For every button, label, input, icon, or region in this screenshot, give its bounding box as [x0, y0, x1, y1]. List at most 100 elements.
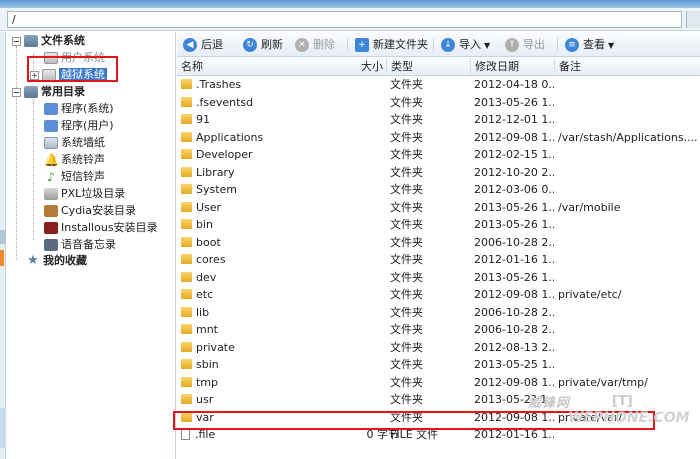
file-name-cell: dev [181, 269, 357, 287]
path-go-button[interactable] [686, 11, 700, 28]
table-row[interactable]: .Trashes 文件夹 2012-04-18 0... [177, 76, 700, 94]
file-type: 文件夹 [390, 270, 423, 284]
table-row[interactable]: Library 文件夹 2012-10-20 2... [177, 164, 700, 182]
app-store-icon [44, 103, 58, 115]
tree-node-apps-system[interactable]: 程序(系统) [44, 100, 114, 117]
music-note-icon: ♪ [47, 170, 55, 184]
table-row[interactable]: private 文件夹 2012-08-13 2... [177, 339, 700, 357]
table-row[interactable]: 91 文件夹 2012-12-01 1... [177, 111, 700, 129]
collapse-icon[interactable]: − [12, 87, 21, 97]
table-row[interactable]: lib 文件夹 2006-10-28 2... [177, 304, 700, 322]
file-note: private/var/tmp/ [558, 375, 648, 389]
tree-node-wallpaper[interactable]: 系统墙纸 [44, 134, 105, 151]
file-date: 2013-05-26 1... [474, 218, 554, 231]
table-row[interactable]: boot 文件夹 2006-10-28 2... [177, 234, 700, 252]
table-row[interactable]: dev 文件夹 2013-05-26 1... [177, 269, 700, 287]
file-name-cell: Applications [181, 129, 357, 147]
file-name-cell: lib [181, 304, 357, 322]
tree-guide [16, 46, 17, 260]
folder-icon [181, 306, 192, 317]
file-date: 2006-10-28 2... [474, 235, 554, 249]
table-row[interactable]: etc 文件夹 2012-09-08 1... private/etc/ [177, 286, 700, 304]
file-name: private [196, 340, 235, 354]
tree-node-common-dirs[interactable]: − 常用目录 [12, 83, 85, 100]
table-row[interactable]: System 文件夹 2012-03-06 0... [177, 181, 700, 199]
chevron-down-icon: ▼ [484, 41, 491, 50]
import-button[interactable]: ↓ 导入 ▼ [441, 36, 490, 53]
watermark-logo: 威锋网 [528, 396, 571, 411]
file-name-cell: User [181, 199, 357, 217]
table-row[interactable]: User 文件夹 2013-05-26 1... /var/mobile [177, 199, 700, 217]
installous-icon [44, 222, 58, 234]
file-name: boot [196, 235, 221, 249]
file-name-cell: .fseventsd [181, 94, 357, 112]
folder-icon [181, 219, 192, 229]
tree-node-installous[interactable]: Installous安装目录 [44, 219, 158, 236]
file-date: 2012-08-13 2... [474, 340, 554, 354]
path-input[interactable]: / [7, 11, 682, 28]
file-type: 文件夹 [390, 200, 423, 214]
file-name: cores [196, 253, 226, 266]
table-row[interactable]: Developer 文件夹 2012-02-15 1... [177, 146, 700, 164]
delete-button[interactable]: ✕ 删除 [295, 36, 335, 53]
edge-tab-active[interactable] [0, 250, 4, 266]
file-date: 2006-10-28 2... [474, 305, 554, 319]
file-name-cell: sbin [181, 356, 357, 374]
column-header-name[interactable]: 名称 [177, 58, 387, 76]
tree-node-pxl-trash[interactable]: PXL垃圾目录 [44, 185, 125, 202]
tree-node-favorites[interactable]: ★ 我的收藏 [26, 252, 87, 269]
collapse-icon[interactable]: − [12, 36, 21, 46]
tree-node-sms-tones[interactable]: ♪ 短信铃声 [44, 168, 105, 185]
file-date: 2012-02-15 1... [474, 148, 554, 161]
tree-node-cydia[interactable]: Cydia安装目录 [44, 202, 136, 219]
tree-node-ringtones[interactable]: 🔔 系统铃声 [44, 151, 105, 168]
tree-node-filesystem[interactable]: − 文件系统 [12, 32, 85, 49]
column-header-size[interactable]: 大小 [357, 58, 387, 76]
folder-icon [181, 341, 192, 352]
table-row[interactable]: tmp 文件夹 2012-09-08 1... private/var/tmp/ [177, 374, 700, 392]
file-type: 文件夹 [390, 78, 423, 91]
refresh-button[interactable]: ↻ 刷新 [243, 36, 283, 53]
file-name-cell: System [181, 181, 357, 199]
file-name-cell: .Trashes [181, 76, 357, 94]
file-date: 2012-03-06 0... [474, 183, 554, 196]
column-header-date[interactable]: 修改日期 [471, 58, 555, 76]
folder-icon [181, 166, 192, 177]
file-type: 文件夹 [390, 358, 423, 371]
folder-icon [181, 236, 192, 247]
table-row[interactable]: sbin 文件夹 2013-05-25 1... [177, 356, 700, 374]
file-name: System [196, 183, 238, 196]
file-name-cell: usr [181, 391, 357, 409]
table-row[interactable]: .fseventsd 文件夹 2013-05-26 1... [177, 94, 700, 112]
new-folder-button[interactable]: + 新建文件夹 [355, 36, 428, 53]
folder-icon [181, 96, 192, 107]
file-date: 2012-12-01 1... [474, 113, 554, 126]
back-button[interactable]: ◀ 后退 [183, 36, 223, 53]
microphone-icon [44, 239, 58, 251]
view-list-icon: ≡ [565, 38, 579, 52]
column-header-note[interactable]: 备注 [555, 58, 700, 76]
file-name-cell: etc [181, 286, 357, 304]
table-row[interactable]: Applications 文件夹 2012-09-08 1... /var/stash… [177, 129, 700, 147]
file-name-cell: cores [181, 251, 357, 269]
view-button[interactable]: ≡ 查看 ▼ [565, 36, 614, 53]
file-name: Developer [196, 148, 253, 161]
folder-tree: − 文件系统 用户系统 + 越狱系统 − 常用目录 程序(系统) 程序(用户) 系统墙… [6, 32, 176, 459]
toolbar-divider [347, 38, 348, 51]
file-name-cell: bin [181, 216, 357, 234]
tree-node-voice-memos[interactable]: 语音备忘录 [44, 236, 116, 253]
refresh-icon: ↻ [243, 38, 257, 52]
file-name-cell: Developer [181, 146, 357, 164]
file-date: 2012-04-18 0... [474, 78, 554, 91]
file-date: 2006-10-28 2... [474, 323, 554, 336]
tree-node-apps-user[interactable]: 程序(用户) [44, 117, 114, 134]
table-row[interactable]: bin 文件夹 2013-05-26 1... [177, 216, 700, 234]
export-button[interactable]: ↑ 导出 [505, 36, 545, 53]
table-row[interactable]: mnt 文件夹 2006-10-28 2... [177, 321, 700, 339]
column-header-type[interactable]: 类型 [387, 58, 471, 76]
file-type: 文件夹 [390, 113, 423, 126]
file-date: 2013-05-25 1... [474, 358, 554, 371]
file-date: 2012-09-08 1... [474, 288, 554, 301]
folder-icon [181, 271, 192, 282]
table-row[interactable]: cores 文件夹 2012-01-16 1... [177, 251, 700, 269]
